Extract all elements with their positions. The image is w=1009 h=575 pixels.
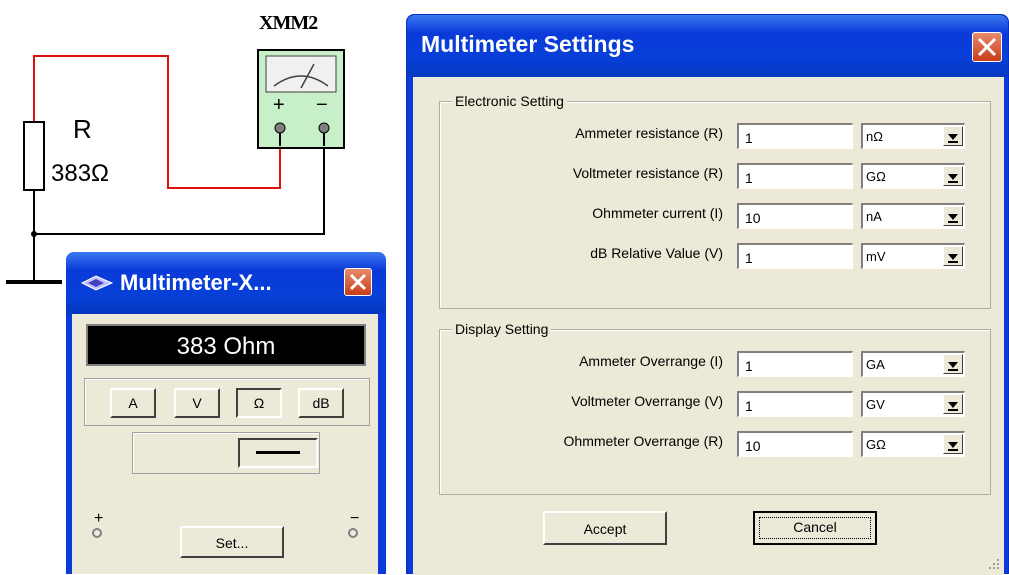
unit-text: GΩ bbox=[866, 169, 886, 184]
unit-text: nΩ bbox=[866, 129, 883, 144]
ohmmeter-overrange-unit[interactable]: GΩ bbox=[861, 431, 965, 457]
resistor-symbol bbox=[23, 121, 45, 191]
unit-text: GA bbox=[866, 357, 885, 372]
electronic-setting-title: Electronic Setting bbox=[452, 93, 567, 109]
chevron-down-icon[interactable] bbox=[943, 166, 963, 186]
resistor-value: 383Ω bbox=[51, 160, 109, 187]
voltmeter-overrange-unit[interactable]: GV bbox=[861, 391, 965, 417]
resistor-name: R bbox=[73, 114, 92, 144]
db-relative-value-input[interactable]: 1 bbox=[737, 243, 853, 269]
ammeter-resistance-label: Ammeter resistance (R) bbox=[575, 125, 723, 141]
dc-line-icon bbox=[256, 451, 300, 454]
unit-text: mV bbox=[866, 249, 886, 264]
voltmeter-resistance-label: Voltmeter resistance (R) bbox=[572, 165, 723, 181]
ohmmeter-current-label: Ohmmeter current (I) bbox=[592, 205, 723, 221]
chevron-down-icon[interactable] bbox=[943, 126, 963, 146]
display-setting-title: Display Setting bbox=[452, 321, 552, 337]
ammeter-overrange-unit[interactable]: GA bbox=[861, 351, 965, 377]
ohmmeter-current-input[interactable]: 10 bbox=[737, 203, 853, 229]
ohmmeter-overrange-label: Ohmmeter Overrange (R) bbox=[563, 433, 723, 449]
multimeter-body: 383 Ohm A V Ω dB + − Set... bbox=[72, 314, 378, 574]
chevron-down-icon[interactable] bbox=[943, 394, 963, 414]
multimeter-display: 383 Ohm bbox=[86, 324, 366, 366]
ammeter-overrange-input[interactable]: 1 bbox=[737, 351, 853, 377]
multimeter-settings-dialog: Multimeter Settings Electronic Setting A… bbox=[406, 14, 1009, 575]
voltmeter-resistance-unit[interactable]: GΩ bbox=[861, 163, 965, 189]
accept-button[interactable]: Accept bbox=[543, 511, 667, 545]
settings-titlebar[interactable]: Multimeter Settings bbox=[407, 15, 1008, 77]
multimeter-close-button[interactable] bbox=[344, 268, 372, 296]
meter-minus-sign: − bbox=[316, 94, 328, 116]
meter-minus-terminal bbox=[318, 122, 330, 134]
chevron-down-icon[interactable] bbox=[943, 354, 963, 374]
resize-grip-icon[interactable] bbox=[987, 557, 1001, 571]
multimeter-minus-label: − bbox=[350, 510, 360, 527]
mode-button-db[interactable]: dB bbox=[298, 388, 344, 418]
voltmeter-resistance-input[interactable]: 1 bbox=[737, 163, 853, 189]
dc-mode-button[interactable] bbox=[238, 438, 318, 468]
voltmeter-overrange-label: Voltmeter Overrange (V) bbox=[571, 393, 723, 409]
chevron-down-icon[interactable] bbox=[943, 206, 963, 226]
instrument-label: XMM2 bbox=[259, 12, 318, 34]
meter-plus-terminal bbox=[274, 122, 286, 134]
settings-close-button[interactable] bbox=[972, 32, 1002, 62]
chevron-down-icon[interactable] bbox=[943, 434, 963, 454]
minus-terminal-icon[interactable] bbox=[348, 528, 358, 538]
ammeter-resistance-input[interactable]: 1 bbox=[737, 123, 853, 149]
cancel-button[interactable]: Cancel bbox=[753, 511, 877, 545]
db-relative-value-unit[interactable]: mV bbox=[861, 243, 965, 269]
multimeter-window: Multimeter-X... 383 Ohm A V Ω dB + − Set… bbox=[66, 252, 386, 574]
db-relative-value-label: dB Relative Value (V) bbox=[590, 245, 723, 261]
mode-button-voltmeter[interactable]: V bbox=[174, 388, 220, 418]
voltmeter-overrange-input[interactable]: 1 bbox=[737, 391, 853, 417]
unit-text: nA bbox=[866, 209, 882, 224]
settings-title: Multimeter Settings bbox=[421, 31, 635, 57]
set-button[interactable]: Set... bbox=[180, 526, 284, 558]
multimeter-plus-label: + bbox=[94, 510, 104, 527]
mode-button-ammeter[interactable]: A bbox=[110, 388, 156, 418]
ohmmeter-current-unit[interactable]: nA bbox=[861, 203, 965, 229]
unit-text: GΩ bbox=[866, 437, 886, 452]
multimeter-app-icon bbox=[80, 275, 114, 291]
settings-body: Electronic Setting Ammeter resistance (R… bbox=[413, 77, 1004, 575]
junction-dot bbox=[31, 231, 37, 237]
unit-text: GV bbox=[866, 397, 885, 412]
close-icon bbox=[349, 273, 367, 291]
ammeter-overrange-label: Ammeter Overrange (I) bbox=[579, 353, 723, 369]
multimeter-titlebar[interactable]: Multimeter-X... bbox=[66, 252, 386, 314]
meter-plus-sign: + bbox=[273, 94, 285, 116]
multimeter-title: Multimeter-X... bbox=[120, 270, 272, 295]
plus-terminal-icon[interactable] bbox=[92, 528, 102, 538]
chevron-down-icon[interactable] bbox=[943, 246, 963, 266]
mode-button-ohmmeter[interactable]: Ω bbox=[236, 388, 282, 418]
close-icon bbox=[977, 37, 997, 57]
ammeter-resistance-unit[interactable]: nΩ bbox=[861, 123, 965, 149]
ohmmeter-overrange-input[interactable]: 10 bbox=[737, 431, 853, 457]
